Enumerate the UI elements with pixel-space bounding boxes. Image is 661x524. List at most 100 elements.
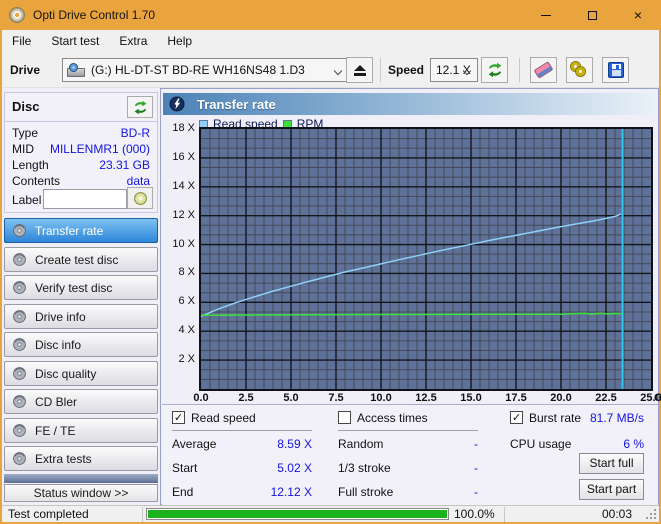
toolbar: Drive (G:) HL-DT-ST BD-RE WH16NS48 1.D3 …: [2, 52, 659, 88]
cpu-usage-label: CPU usage: [510, 437, 572, 451]
chevron-down-icon: [333, 66, 343, 76]
access-times-checkbox[interactable]: [338, 411, 351, 424]
disc-icon: [12, 252, 27, 267]
disc-row-label: MID: [12, 142, 34, 156]
disc-icon: [133, 191, 147, 205]
menu-bar: File Start test Extra Help: [2, 30, 659, 52]
burst-rate-checkbox[interactable]: [510, 411, 523, 424]
close-button[interactable]: ×: [615, 0, 661, 30]
minimize-button[interactable]: [523, 0, 569, 30]
sidebar-item[interactable]: Verify test disc: [4, 275, 158, 300]
divider: [172, 430, 312, 431]
y-tick-label: 10 X: [172, 237, 195, 250]
cpu-usage-row: CPU usage 6 %: [510, 437, 644, 452]
maximize-icon: [587, 10, 597, 20]
refresh-disc-button[interactable]: [127, 96, 153, 118]
sidebar-item[interactable]: Drive info: [4, 304, 158, 329]
sidebar-item-label: CD Bler: [35, 394, 78, 409]
minimize-icon: [541, 14, 551, 16]
x-tick-label: 2.5: [238, 392, 254, 404]
eject-button[interactable]: [346, 57, 373, 83]
disc-panel-title: Disc: [12, 99, 40, 114]
left-panel: Disc Type BD-R MID MILLENMR1 (000) Lengt…: [2, 88, 160, 505]
erase-disc-button[interactable]: [530, 57, 557, 83]
start-full-button[interactable]: Start full: [579, 453, 644, 474]
read-speed-checkbox[interactable]: [172, 411, 185, 424]
x-tick-label: 17.5: [505, 392, 527, 404]
sidebar-item[interactable]: Extra tests: [4, 446, 158, 471]
write-label-button[interactable]: [127, 187, 153, 209]
stat-label: Full stroke: [338, 485, 394, 499]
x-tick-label: 7.5: [328, 392, 344, 404]
disc-info-panel: Disc Type BD-R MID MILLENMR1 (000) Lengt…: [4, 92, 158, 213]
stat-row: Random -: [338, 437, 478, 452]
menu-item[interactable]: Start test: [41, 30, 109, 52]
tools-button[interactable]: [566, 57, 593, 83]
sidebar-item[interactable]: Transfer rate: [4, 218, 158, 243]
progress-bar: [146, 508, 449, 520]
x-tick-label: 22.5: [595, 392, 617, 404]
elapsed-time: 00:03: [601, 507, 632, 521]
disc-info-rows: Type BD-R MID MILLENMR1 (000) Length 23.…: [5, 125, 157, 189]
progress-bar-fill: [148, 510, 447, 518]
drive-select[interactable]: (G:) HL-DT-ST BD-RE WH16NS48 1.D3: [62, 58, 349, 82]
disc-icon: [12, 280, 27, 295]
drive-select-value: (G:) HL-DT-ST BD-RE WH16NS48 1.D3: [91, 63, 305, 77]
disc-icon: [12, 223, 27, 238]
disc-info-row: Type BD-R: [5, 125, 157, 141]
y-tick-label: 14 X: [172, 179, 195, 192]
refresh-speeds-button[interactable]: [481, 57, 508, 83]
status-window-button[interactable]: Status window >>: [4, 484, 158, 502]
refresh-arrows-icon: [134, 100, 146, 114]
stat-value: -: [474, 437, 478, 451]
save-floppy-icon: [607, 62, 624, 78]
stat-row: Average 8.59 X: [172, 437, 312, 452]
stat-value: -: [474, 485, 478, 499]
menu-item[interactable]: Help: [157, 30, 202, 52]
disc-row-value: BD-R: [120, 126, 150, 140]
read-speed-checkbox-row: Read speed: [172, 410, 256, 425]
disc-icon: [12, 451, 27, 466]
status-bar: Test completed 100.0% 00:03: [2, 505, 659, 522]
sidebar-item[interactable]: Create test disc: [4, 247, 158, 272]
speed-select[interactable]: 12.1 X: [430, 58, 478, 82]
stat-row: Start 5.02 X: [172, 461, 312, 476]
disc-label-row: Label: [5, 187, 157, 213]
start-part-button[interactable]: Start part: [579, 479, 644, 500]
titlebar[interactable]: Opti Drive Control 1.70 ×: [0, 0, 661, 30]
access-times-checkbox-row: Access times: [338, 410, 428, 425]
disc-label-input[interactable]: [43, 189, 127, 209]
disc-icon: [12, 423, 27, 438]
menu-item[interactable]: Extra: [109, 30, 157, 52]
sidebar-item-label: Create test disc: [35, 252, 119, 267]
sidebar-item[interactable]: FE / TE: [4, 418, 158, 443]
stat-label: End: [172, 485, 194, 499]
y-tick-label: 4 X: [178, 324, 195, 337]
window-title: Opti Drive Control 1.70: [33, 8, 156, 22]
maximize-button[interactable]: [569, 0, 615, 30]
disc-row-label: Contents: [12, 174, 61, 188]
sidebar-item[interactable]: CD Bler: [4, 389, 158, 414]
menu-item[interactable]: File: [2, 30, 41, 52]
results-panel: Read speed Average 8.59 X Start 5.02 X: [162, 404, 658, 505]
sidebar-item[interactable]: Disc info: [4, 332, 158, 357]
disc-row-value: MILLENMR1 (000): [49, 142, 150, 156]
disc-row-value: 23.31 GB: [99, 158, 150, 172]
drive-icon: [67, 63, 85, 77]
toolbar-separator: [519, 58, 520, 82]
sidebar-divider-bar: [4, 474, 158, 483]
progress-percent: 100.0%: [454, 507, 495, 521]
sidebar-item[interactable]: Disc quality: [4, 361, 158, 386]
main-panel: Transfer rate Read speed RPM 2 X4 X6 X8 …: [160, 88, 661, 505]
app-disc-icon: [9, 7, 25, 23]
save-button[interactable]: [602, 57, 629, 83]
cpu-usage-value: 6 %: [623, 437, 644, 451]
panel-title: Transfer rate: [197, 96, 276, 112]
sidebar-item-label: Disc info: [35, 337, 82, 352]
resize-grip-icon[interactable]: [654, 517, 656, 519]
stat-row: Full stroke -: [338, 485, 478, 500]
stat-value: -: [474, 461, 478, 475]
drive-label: Drive: [10, 63, 41, 77]
refresh-arrows-icon: [488, 62, 501, 78]
stat-value: 12.12 X: [270, 485, 312, 499]
